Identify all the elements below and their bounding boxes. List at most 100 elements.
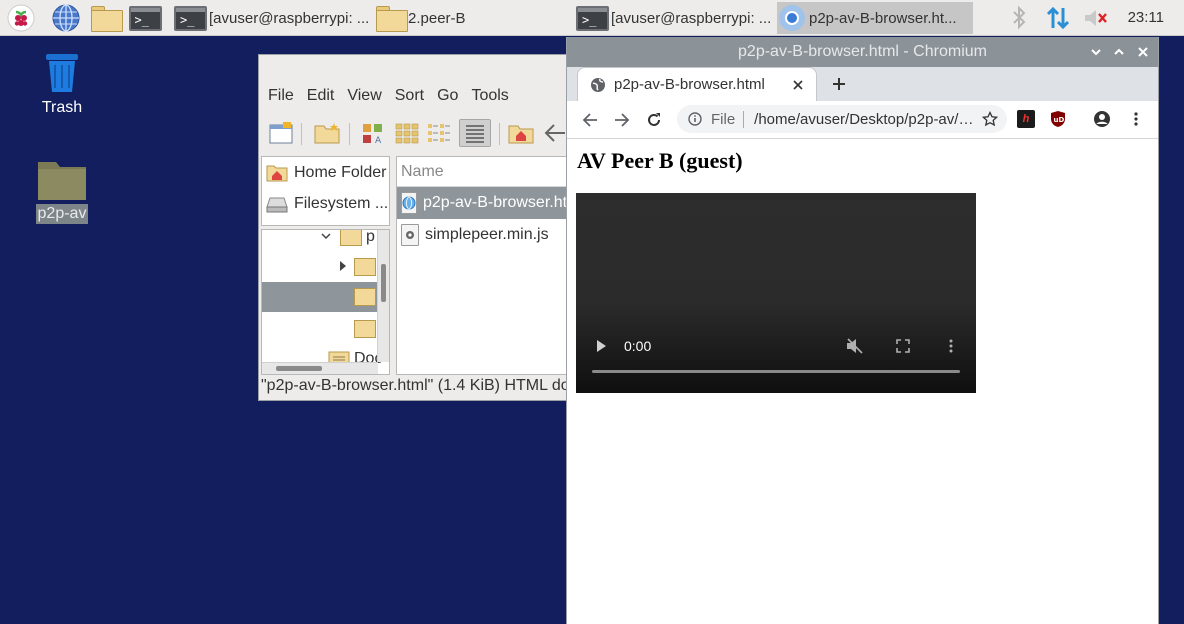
- trash-icon: [46, 54, 78, 92]
- menu-file[interactable]: File: [268, 87, 294, 111]
- taskbar-task-terminal-2[interactable]: >_ [avuser@raspberrypi: ...: [576, 2, 774, 34]
- status-bar: "p2p-av-B-browser.html" (1.4 KiB) HTML d…: [261, 377, 577, 394]
- page-heading: AV Peer B (guest): [577, 148, 743, 173]
- toolbar: File /home/avuser/Desktop/p2p-av/2... h …: [567, 101, 1158, 139]
- desktop-icon-folder[interactable]: p2p-av: [32, 158, 92, 224]
- menu-sort[interactable]: Sort: [395, 87, 424, 111]
- places-item-filesystem[interactable]: Filesystem ...: [262, 188, 389, 219]
- home-folder-icon: [266, 165, 288, 181]
- scrollbar-thumb[interactable]: [276, 366, 322, 371]
- tree-item[interactable]: [262, 314, 378, 344]
- home-folder-icon[interactable]: [507, 119, 535, 147]
- drive-icon: [266, 197, 288, 212]
- new-window-icon[interactable]: [267, 119, 295, 147]
- toolbar-separator: [349, 123, 350, 145]
- url-text[interactable]: /home/avuser/Desktop/p2p-av/2...: [754, 111, 974, 128]
- play-icon[interactable]: [592, 337, 610, 355]
- menu-tools[interactable]: Tools: [471, 87, 508, 111]
- volume-muted-icon[interactable]: [1081, 3, 1111, 33]
- minimize-icon[interactable]: [1087, 43, 1105, 61]
- globe-icon: [591, 77, 605, 92]
- chromium-window: p2p-av-B-browser.html - Chromium p2p-av-…: [566, 37, 1159, 624]
- chevron-right-icon: [340, 261, 346, 271]
- horizontal-scrollbar[interactable]: [262, 362, 378, 374]
- taskbar-task-chromium[interactable]: p2p-av-B-browser.ht...: [777, 2, 973, 34]
- desktop-icon-label: Trash: [41, 99, 83, 116]
- menubar: File Edit View Sort Go Tools: [259, 87, 513, 111]
- terminal-launcher-icon[interactable]: >_: [128, 3, 162, 33]
- file-manager-window: File Edit View Sort Go Tools A Home Fold…: [258, 54, 578, 401]
- web-browser-launcher-icon[interactable]: [51, 3, 81, 33]
- tree-item-selected[interactable]: [262, 282, 378, 312]
- back-icon[interactable]: [580, 110, 600, 130]
- window-titlebar[interactable]: p2p-av-B-browser.html - Chromium: [567, 37, 1158, 67]
- desktop-icon-trash[interactable]: Trash: [32, 50, 92, 118]
- thumbnail-view-icon[interactable]: A: [359, 119, 387, 147]
- video-progress-bar[interactable]: [592, 370, 960, 373]
- vertical-scrollbar[interactable]: [377, 230, 389, 362]
- desktop-icon-label: p2p-av: [35, 204, 89, 224]
- raspberry-menu-icon[interactable]: [6, 3, 36, 33]
- reload-icon[interactable]: [644, 110, 664, 130]
- mute-icon[interactable]: [846, 337, 864, 355]
- svg-text:A: A: [375, 136, 382, 144]
- icon-view-icon[interactable]: [393, 119, 421, 147]
- places-pane: Home Folder Filesystem ...: [261, 156, 390, 226]
- back-arrow-icon[interactable]: [541, 119, 569, 147]
- compact-view-icon[interactable]: [425, 119, 453, 147]
- bookmark-star-icon[interactable]: [981, 110, 999, 128]
- places-item-home-folder[interactable]: Home Folder: [262, 157, 389, 188]
- forward-icon[interactable]: [612, 110, 632, 130]
- url-scheme-chip: File: [711, 110, 745, 128]
- ublock-origin-icon[interactable]: uD: [1049, 110, 1067, 128]
- svg-text:uD: uD: [1054, 116, 1065, 124]
- script-file-icon: [401, 224, 419, 246]
- toolbar-separator: [301, 123, 302, 145]
- folder-icon: [376, 6, 408, 32]
- video-player[interactable]: 0:00: [576, 193, 976, 393]
- column-header-name[interactable]: Name: [397, 157, 577, 187]
- folder-icon: [354, 288, 376, 306]
- menu-view[interactable]: View: [347, 87, 381, 111]
- folder-icon: [354, 320, 376, 338]
- chevron-down-icon: [321, 233, 331, 240]
- toolbar-separator: [499, 123, 500, 145]
- taskbar-task-terminal-1[interactable]: >_ [avuser@raspberrypi: ...: [174, 2, 372, 34]
- address-bar[interactable]: File /home/avuser/Desktop/p2p-av/2...: [677, 105, 1007, 133]
- info-icon[interactable]: [687, 111, 703, 127]
- bluetooth-icon[interactable]: [1004, 3, 1034, 33]
- window-title: p2p-av-B-browser.html - Chromium: [738, 43, 987, 60]
- clock[interactable]: 23:11: [1128, 9, 1164, 26]
- browser-tab[interactable]: p2p-av-B-browser.html: [577, 67, 817, 101]
- tree-item[interactable]: p: [262, 230, 378, 252]
- menu-edit[interactable]: Edit: [307, 87, 335, 111]
- file-row[interactable]: p2p-av-B-browser.html: [397, 187, 577, 219]
- fullscreen-icon[interactable]: [894, 337, 912, 355]
- menu-go[interactable]: Go: [437, 87, 458, 111]
- video-time: 0:00: [624, 338, 652, 354]
- detailed-list-view-icon[interactable]: [459, 119, 491, 147]
- page-content: AV Peer B (guest) 0:00: [567, 139, 1158, 624]
- file-list-pane: Name p2p-av-B-browser.html simplepeer.mi…: [396, 156, 577, 375]
- folder-icon: [38, 162, 86, 200]
- toolbar: A: [259, 117, 577, 149]
- chromium-icon: [779, 5, 805, 31]
- file-manager-launcher-icon[interactable]: [89, 3, 123, 33]
- file-row[interactable]: simplepeer.min.js: [397, 219, 577, 251]
- terminal-icon: >_: [174, 5, 207, 31]
- network-icon[interactable]: [1043, 3, 1073, 33]
- close-icon[interactable]: [1134, 43, 1152, 61]
- menu-kebab-icon[interactable]: [1127, 110, 1145, 128]
- maximize-icon[interactable]: [1110, 43, 1128, 61]
- extension-h264ify-icon[interactable]: h: [1017, 110, 1035, 128]
- new-tab-icon[interactable]: [829, 74, 849, 94]
- video-more-options-icon[interactable]: [942, 337, 960, 355]
- taskbar-task-file-manager[interactable]: 2.peer-B: [376, 2, 572, 34]
- tree-item[interactable]: [262, 252, 378, 282]
- folder-tree-pane: p Doc: [261, 229, 390, 375]
- profile-avatar-icon[interactable]: [1093, 110, 1111, 128]
- scrollbar-thumb[interactable]: [381, 264, 386, 302]
- tab-strip: p2p-av-B-browser.html: [567, 67, 1158, 101]
- new-folder-icon[interactable]: [313, 119, 341, 147]
- tab-close-icon[interactable]: [790, 77, 806, 93]
